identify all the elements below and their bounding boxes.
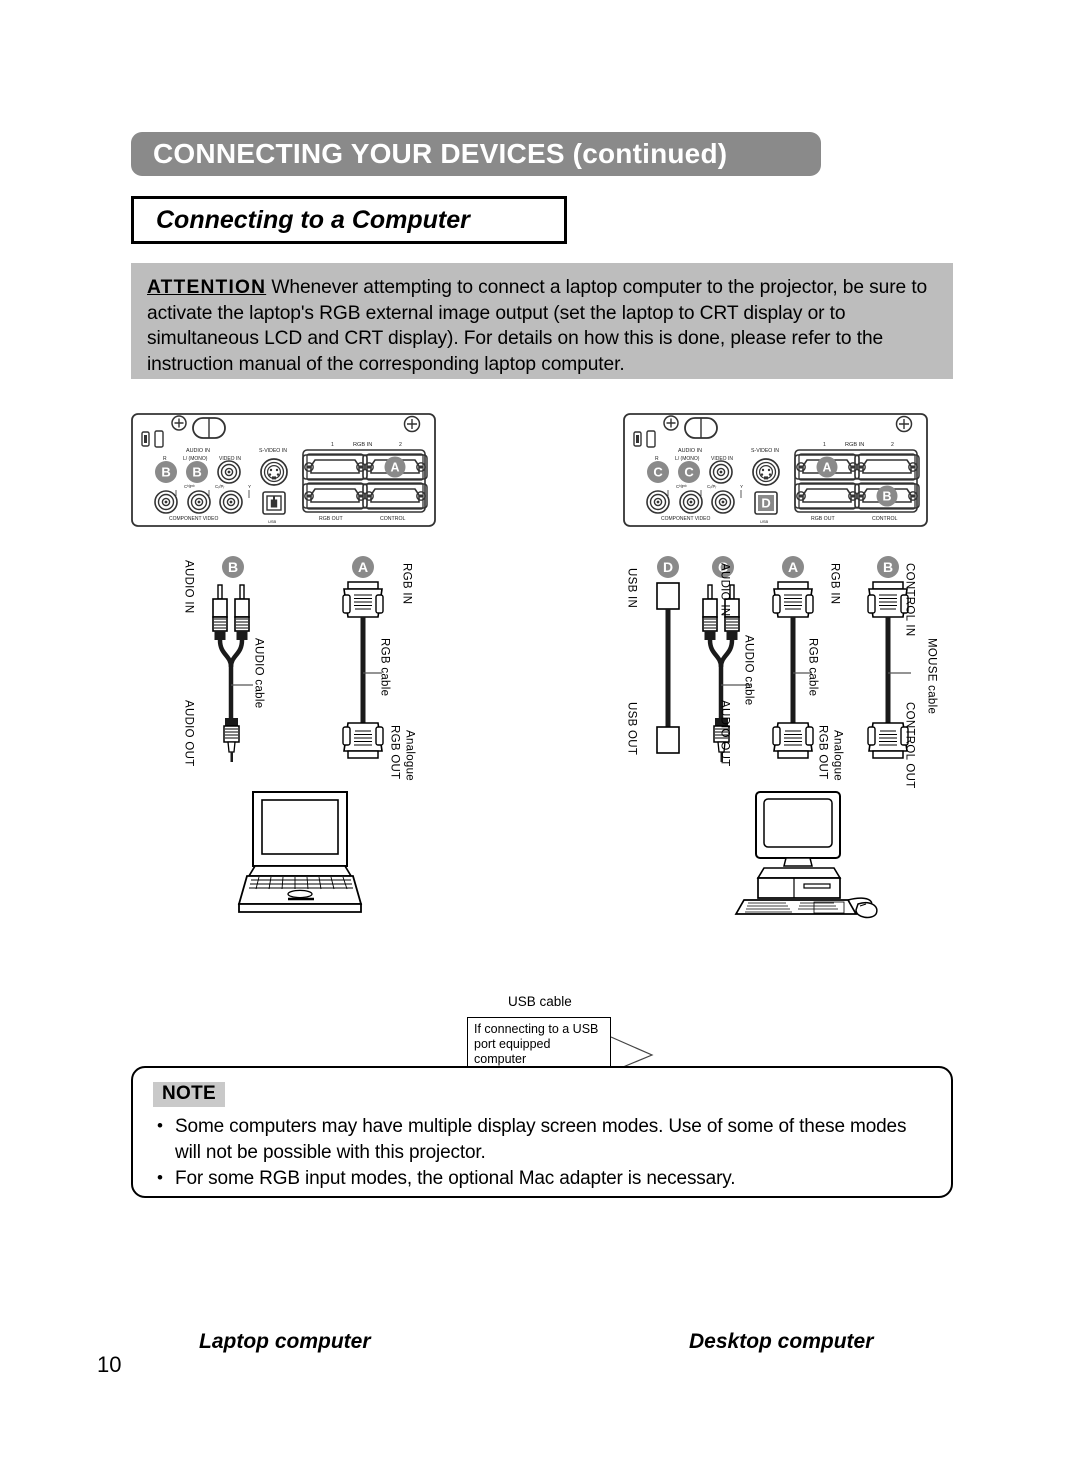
svg-text:B: B: [228, 559, 238, 575]
svg-text:COMPONENT VIDEO: COMPONENT VIDEO: [661, 516, 710, 522]
laptop-audio-in-label: AUDIO IN: [182, 560, 195, 614]
svg-text:C: C: [684, 465, 694, 480]
svg-text:A: A: [822, 461, 831, 475]
svg-text:Cᵣ/Pᵣ: Cᵣ/Pᵣ: [215, 484, 224, 489]
note-item: Some computers may have multiple display…: [153, 1113, 931, 1166]
svg-text:B: B: [192, 465, 201, 480]
projector-rear-panel-left: AUDIO IN R L/ (MONO) VIDEO IN S-VIDEO IN…: [131, 408, 436, 528]
svg-text:S-VIDEO IN: S-VIDEO IN: [751, 448, 779, 454]
svg-text:S-VIDEO IN: S-VIDEO IN: [259, 448, 287, 454]
laptop-caption: Laptop computer: [199, 1330, 371, 1353]
desktop-control-in-label: CONTROL IN: [903, 563, 916, 637]
svg-text:RGB IN: RGB IN: [845, 442, 864, 448]
laptop-audio-cable: B: [205, 555, 275, 780]
svg-text:USB: USB: [268, 519, 277, 524]
svg-text:D: D: [761, 496, 770, 511]
svg-text:1: 1: [331, 442, 334, 448]
svg-text:RGB OUT: RGB OUT: [319, 516, 343, 522]
note-box: NOTE Some computers may have multiple di…: [131, 1066, 953, 1198]
desktop-audio-in-label: AUDIO IN: [718, 563, 731, 617]
laptop-rgb-in-label: RGB IN: [400, 563, 413, 605]
attention-text: ATTENTION Whenever attempting to connect…: [147, 275, 937, 377]
note-badge: NOTE: [153, 1082, 225, 1107]
desktop-audio-cable-label: AUDIO cable: [742, 635, 755, 706]
manual-page: CONNECTING YOUR DEVICES (continued) Conn…: [0, 0, 1080, 1484]
desktop-illustration: [730, 788, 895, 923]
desktop-rgb-out-label: RGB OUT: [816, 725, 829, 780]
svg-text:L/ (MONO): L/ (MONO): [675, 456, 700, 462]
svg-text:RGB OUT: RGB OUT: [811, 516, 835, 522]
svg-text:Cᵇ/Pᵇ: Cᵇ/Pᵇ: [676, 484, 687, 489]
desktop-caption: Desktop computer: [689, 1330, 874, 1353]
laptop-rgb-out-label: RGB OUT: [388, 725, 401, 780]
svg-text:COMPONENT VIDEO: COMPONENT VIDEO: [169, 516, 218, 522]
laptop-audio-out-label: AUDIO OUT: [182, 700, 195, 767]
svg-text:2: 2: [891, 442, 894, 448]
svg-text:CONTROL: CONTROL: [380, 516, 405, 522]
attention-box: ATTENTION Whenever attempting to connect…: [131, 263, 953, 379]
desktop-usb-in-label: USB IN: [625, 568, 638, 609]
laptop-audio-cable-label: AUDIO cable: [252, 638, 265, 709]
note-item: For some RGB input modes, the optional M…: [153, 1165, 931, 1192]
svg-text:CONTROL: CONTROL: [872, 516, 897, 522]
svg-text:B: B: [161, 465, 170, 480]
svg-text:C: C: [653, 465, 663, 480]
svg-text:USB: USB: [760, 519, 769, 524]
svg-text:AUDIO IN: AUDIO IN: [678, 448, 702, 454]
svg-text:A: A: [358, 559, 368, 575]
attention-keyword: ATTENTION: [147, 277, 267, 298]
svg-text:A: A: [390, 461, 399, 475]
svg-text:Cᵣ/Pᵣ: Cᵣ/Pᵣ: [707, 484, 716, 489]
desktop-usb-out-label: USB OUT: [625, 702, 638, 756]
svg-text:Y: Y: [248, 484, 251, 489]
svg-text:B: B: [883, 559, 893, 575]
page-number: 10: [97, 1352, 122, 1377]
desktop-rgb-cable-label: RGB cable: [806, 638, 819, 697]
svg-text:L/ (MONO): L/ (MONO): [183, 456, 208, 462]
svg-text:D: D: [663, 559, 673, 575]
projector-rear-panel-right: AUDIO IN R L/ (MONO) VIDEO IN S-VIDEO IN…: [623, 408, 928, 528]
svg-text:A: A: [788, 559, 798, 575]
page-title: CONNECTING YOUR DEVICES (continued): [153, 138, 728, 169]
svg-text:B: B: [882, 490, 891, 504]
laptop-rgb-cable-label: RGB cable: [378, 638, 391, 697]
desktop-analogue-label: Analogue: [831, 730, 844, 781]
connection-diagram: AUDIO IN R L/ (MONO) VIDEO IN S-VIDEO IN…: [0, 400, 1080, 1353]
svg-text:Cᵇ/Pᵇ: Cᵇ/Pᵇ: [184, 484, 195, 489]
svg-text:RGB IN: RGB IN: [353, 442, 372, 448]
svg-text:1: 1: [823, 442, 826, 448]
section-subtitle: Connecting to a Computer: [156, 205, 470, 234]
desktop-rgb-in-label: RGB IN: [828, 563, 841, 605]
desktop-control-out-label: CONTROL OUT: [903, 702, 916, 789]
desktop-usb-cable: D: [640, 555, 696, 780]
section-subtitle-box: Connecting to a Computer: [131, 196, 567, 244]
usb-cable-callout-text: If connecting to a USB port equipped com…: [474, 1022, 599, 1066]
page-title-bar: CONNECTING YOUR DEVICES (continued): [131, 132, 821, 176]
desktop-mouse-cable-label: MOUSE cable: [925, 638, 938, 715]
laptop-analogue-label: Analogue: [403, 730, 416, 781]
svg-text:Y: Y: [740, 484, 743, 489]
usb-cable-callout-title: USB cable: [508, 994, 572, 1009]
svg-text:2: 2: [399, 442, 402, 448]
svg-text:AUDIO IN: AUDIO IN: [186, 448, 210, 454]
desktop-audio-out-label: AUDIO OUT: [718, 700, 731, 767]
laptop-illustration: [225, 788, 375, 923]
note-list: Some computers may have multiple display…: [153, 1113, 931, 1192]
